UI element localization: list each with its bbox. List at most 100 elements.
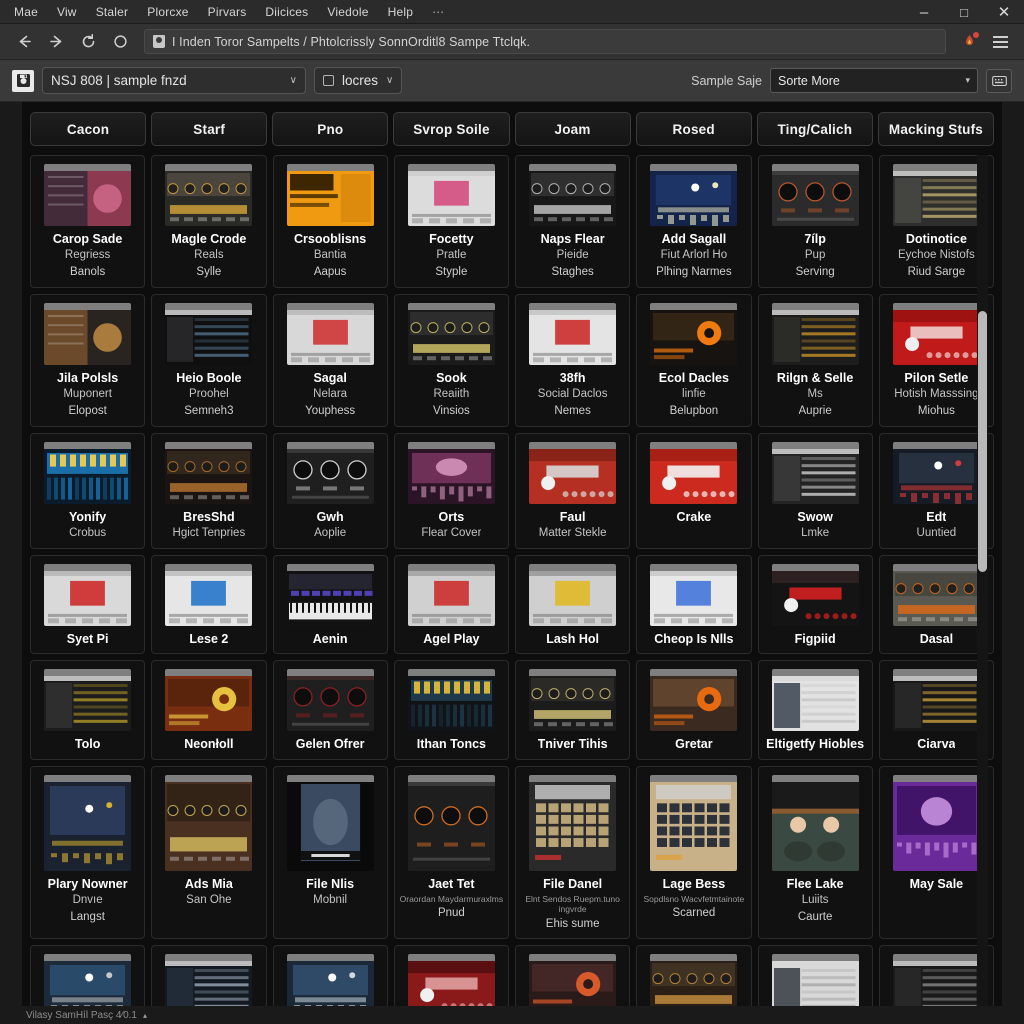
result-card[interactable]: Gelen Ofrer — [272, 660, 388, 760]
tab-0[interactable]: Cacon — [30, 112, 147, 146]
result-card-thumbnail — [771, 564, 859, 627]
result-card[interactable]: Neonłoll — [151, 660, 267, 760]
result-card[interactable]: Eltigetfy Hiobles — [757, 660, 873, 760]
minimize-button[interactable]: – — [904, 0, 944, 24]
menu-item-5[interactable]: Diicices — [265, 5, 308, 19]
keyboard-icon[interactable] — [986, 68, 1012, 93]
tab-3[interactable]: Svrop Soile — [393, 112, 510, 146]
result-card-title: Orts — [438, 509, 465, 524]
menu-bar: Mae Viw Staler Plorcxe Pirvars Diicices … — [0, 0, 1024, 24]
result-card[interactable]: Lese 2 — [151, 555, 267, 655]
result-card[interactable]: 7ílp Pup Serving — [757, 155, 873, 288]
result-card-thumbnail — [771, 774, 859, 871]
tab-5[interactable]: Rosed — [635, 112, 752, 146]
stop-icon[interactable] — [106, 29, 134, 55]
result-card[interactable]: File Danel Elnt Sendos Ruepm.tuno ingvrde… — [515, 765, 631, 940]
result-card[interactable]: Rilgn & Selle Ms Auprie — [757, 293, 873, 427]
menu-item-6[interactable]: Viedole — [327, 5, 368, 19]
result-card[interactable]: Tniver Tihis — [515, 660, 631, 760]
result-card[interactable]: Faul Matter Stekle — [515, 432, 631, 550]
menu-item-2[interactable]: Staler — [96, 5, 129, 19]
address-bar[interactable]: I Inden Toror Sampelts / Phtolcrissly So… — [144, 29, 946, 54]
result-card[interactable]: Tolo — [30, 660, 146, 760]
result-card[interactable]: Magle Crode Reals Sylle — [151, 155, 267, 288]
result-card[interactable]: Figpiid — [757, 555, 873, 655]
result-card-thumbnail — [407, 441, 495, 504]
result-card[interactable]: BresShd Hgict Tenpries — [151, 432, 267, 550]
results-grid-viewport[interactable]: Carop Sade Regriess Banols Magle Crode Reals… — [30, 155, 994, 1024]
result-card[interactable]: Sook Reaiith Vinsios — [393, 293, 509, 427]
result-card[interactable]: Swow Lmke — [757, 432, 873, 550]
extension-icon[interactable] — [956, 29, 982, 55]
result-card-thumbnail — [892, 669, 980, 732]
result-card[interactable]: Jila Polsls Muponert Elopost — [30, 293, 146, 427]
back-arrow-icon[interactable] — [10, 29, 38, 55]
result-card[interactable]: File Nlis Mobnil — [272, 765, 388, 940]
grid-scrollbar[interactable] — [977, 155, 988, 1024]
reload-icon[interactable] — [74, 29, 102, 55]
browser-nav-bar: I Inden Toror Sampelts / Phtolcrissly So… — [0, 24, 1024, 60]
result-card[interactable]: Jaet Tet Oraordan Maydarmuraxlms Pnud — [393, 765, 509, 940]
result-card[interactable]: Syet Pi — [30, 555, 146, 655]
result-card[interactable]: Plary Nowner Dnvıe Langst — [30, 765, 146, 940]
result-card[interactable]: Gretar — [636, 660, 752, 760]
menu-overflow-icon[interactable]: ⋯ — [432, 5, 445, 19]
result-card[interactable]: Add Sagall Fiut Arlorl Ho Plhing Narmes — [636, 155, 752, 288]
result-card[interactable]: 38fh Social Daclos Nemes — [515, 293, 631, 427]
maximize-button[interactable]: □ — [944, 0, 984, 24]
result-card[interactable]: Flee Lake Luiits Caurte — [757, 765, 873, 940]
result-card-meta: Miohus — [917, 405, 955, 418]
result-card-title: Heio Boole — [176, 370, 242, 385]
tab-6[interactable]: Ting/Calich — [756, 112, 873, 146]
grid-scrollbar-thumb[interactable] — [978, 311, 987, 573]
result-card-subtitle: Regriess — [64, 249, 111, 262]
result-card[interactable]: Aenin — [272, 555, 388, 655]
menu-item-help[interactable]: Help — [388, 5, 413, 19]
result-card[interactable]: Sagal Nelara Youphess — [272, 293, 388, 427]
result-card[interactable]: Focetty Pratle Styple — [393, 155, 509, 288]
result-card[interactable]: Agel Play — [393, 555, 509, 655]
menu-item-3[interactable]: Plorcxe — [147, 5, 188, 19]
sort-select[interactable]: Sorte More ▾ — [770, 68, 978, 93]
tab-2[interactable]: Pno — [272, 112, 389, 146]
tab-4[interactable]: Joam — [514, 112, 631, 146]
result-card[interactable]: Ecol Dacles linfie Belupbon — [636, 293, 752, 427]
result-card[interactable]: Orts Flear Cover — [393, 432, 509, 550]
result-card-title: Tniver Tihis — [537, 737, 608, 752]
result-card[interactable]: Gwh Aoplie — [272, 432, 388, 550]
result-card-subtitle: Sopdlsno Wacvfetmtainote — [643, 894, 745, 905]
result-card-title: Faul — [559, 509, 586, 524]
result-card-thumbnail — [165, 441, 253, 504]
result-card-subtitle: linfie — [682, 388, 706, 401]
hamburger-menu-icon[interactable] — [986, 29, 1014, 55]
result-card-subtitle: Social Daclos — [537, 388, 608, 401]
status-caret-icon[interactable]: ▴ — [143, 1011, 147, 1020]
result-card[interactable]: Ithan Toncs — [393, 660, 509, 760]
forward-arrow-icon[interactable] — [42, 29, 70, 55]
result-card[interactable]: Heio Boole Proohel Semneh3 — [151, 293, 267, 427]
result-card-subtitle: Hotish Masssing — [894, 388, 979, 401]
result-card[interactable]: Ads Mia San Ohe — [151, 765, 267, 940]
result-card-thumbnail — [650, 441, 738, 504]
result-card-thumbnail — [529, 564, 617, 627]
tab-1[interactable]: Starf — [151, 112, 268, 146]
tab-7[interactable]: Macking Stufs — [877, 112, 994, 146]
result-card-thumbnail — [771, 441, 859, 504]
result-card[interactable]: Lage Bess Sopdlsno Wacvfetmtainote Scarned — [636, 765, 752, 940]
menu-item-4[interactable]: Pirvars — [208, 5, 247, 19]
menu-item-1[interactable]: Viw — [57, 5, 77, 19]
result-card[interactable]: Crake — [636, 432, 752, 550]
result-card[interactable]: Lash Hol — [515, 555, 631, 655]
result-card[interactable]: Naps Flear Pieide Staghes — [515, 155, 631, 288]
result-card[interactable]: Crsooblisns Bantia Aapus — [272, 155, 388, 288]
result-card-title: 38fh — [559, 370, 586, 385]
result-card[interactable]: Yonify Crobus — [30, 432, 146, 550]
library-selector[interactable]: NSJ 808 | sample fnzd ∨ — [42, 67, 306, 94]
result-card-subtitle: Nelara — [313, 388, 348, 401]
close-button[interactable]: ✕ — [984, 0, 1024, 24]
result-card-thumbnail — [407, 564, 495, 627]
result-card[interactable]: Cheop Is Nlls — [636, 555, 752, 655]
menu-item-0[interactable]: Mae — [14, 5, 38, 19]
filter-dropdown[interactable]: locres ∨ — [314, 67, 403, 94]
result-card[interactable]: Carop Sade Regriess Banols — [30, 155, 146, 288]
